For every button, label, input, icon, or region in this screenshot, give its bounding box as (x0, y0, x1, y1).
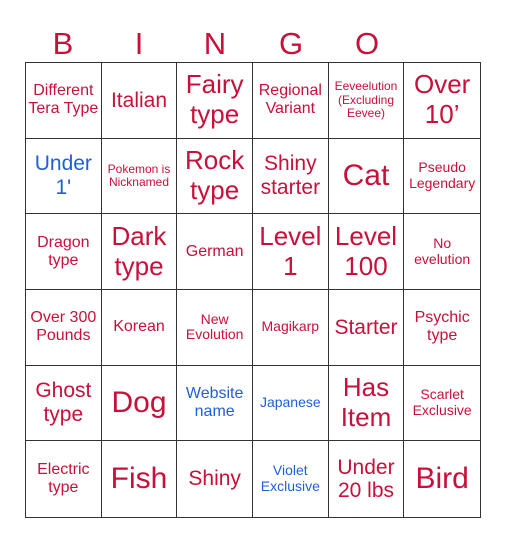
bingo-cell[interactable]: Electric type (26, 441, 102, 517)
bingo-cell[interactable]: Shiny (177, 441, 253, 517)
bingo-cell[interactable]: Level 1 (252, 214, 329, 290)
bingo-cell[interactable]: Over 10’ (404, 63, 480, 139)
bingo-cell-text: Dog (111, 386, 167, 420)
bingo-cell-text: New Evolution (185, 310, 244, 343)
bingo-cell-text: Under 1' (34, 152, 92, 199)
bingo-cell-text: Cat (342, 159, 390, 193)
bingo-cell[interactable]: Under 20 lbs (329, 441, 405, 517)
bingo-cell-text: Ghost type (35, 379, 92, 426)
bingo-cell-text: German (185, 242, 244, 260)
bingo-cell-text: Japanese (259, 394, 321, 411)
bingo-cell[interactable]: Over 300 Pounds (26, 289, 102, 366)
header-letter-i: I (134, 26, 144, 61)
bingo-cell-text: Over 10’ (413, 69, 471, 130)
bingo-cell-text: Different Tera Type (28, 82, 99, 118)
bingo-cell-text: Dark type (111, 220, 167, 281)
bingo-cell[interactable]: Regional Variant (252, 63, 329, 139)
bingo-cell[interactable]: Shiny starter (252, 138, 329, 215)
bingo-grid: Different Tera Type Italian Fairy type Regi… (25, 62, 481, 518)
bingo-cell-text: Shiny starter (260, 152, 321, 199)
bingo-cell-text: Starter (334, 315, 398, 339)
bingo-cell[interactable]: Dog (101, 365, 178, 442)
bingo-cell[interactable]: Italian (101, 63, 178, 139)
header-letter-n: N (203, 26, 227, 61)
bingo-cell[interactable]: Ghost type (26, 365, 102, 442)
bingo-cell-text: Electric type (37, 461, 90, 497)
bingo-cell-text: Italian (110, 88, 168, 112)
bingo-cell-text: Rock type (185, 145, 245, 205)
header-letter-o: O (354, 26, 380, 61)
bingo-cell-text: Shiny (188, 467, 241, 491)
bingo-cell-text: Violet Exclusive (260, 462, 320, 495)
bingo-cell[interactable]: German (177, 214, 253, 290)
bingo-cell-text: Bird (415, 462, 469, 496)
bingo-cell[interactable]: Korean (101, 289, 178, 366)
bingo-cell[interactable]: Cat (328, 138, 405, 215)
bingo-cell[interactable]: Starter (328, 289, 405, 366)
bingo-cell[interactable]: Eeveelution (Excluding Eevee) (328, 63, 405, 139)
bingo-cell-text: Over 300 Pounds (30, 309, 97, 345)
bingo-header: B I N G O (25, 24, 405, 64)
bingo-cell[interactable]: No evelution (404, 214, 480, 290)
bingo-cell-text: Korean (113, 318, 165, 336)
bingo-cell[interactable]: Level 100 (328, 214, 405, 290)
bingo-cell-text: Fish (110, 462, 168, 496)
header-letter-g: G (278, 26, 304, 61)
bingo-cell[interactable]: Pokemon is Nicknamed (101, 138, 178, 215)
bingo-cell[interactable]: Dragon type (26, 214, 102, 290)
bingo-cell[interactable]: Website name (177, 365, 253, 442)
bingo-cell-text: Website name (185, 385, 244, 420)
bingo-cell-text: Level 100 (334, 220, 398, 281)
bingo-cell[interactable]: Rock type (177, 138, 253, 215)
bingo-cell-text: Fairy type (185, 69, 244, 130)
bingo-cell[interactable]: Bird (404, 441, 480, 517)
bingo-cell-text: Pseudo Legendary (409, 159, 476, 191)
bingo-cell-text: Psychic type (414, 309, 470, 345)
bingo-cell[interactable]: Different Tera Type (26, 63, 102, 139)
bingo-cell-text: Under 20 lbs (337, 455, 395, 503)
bingo-cell-text: Scarlet Exclusive (412, 386, 472, 418)
bingo-cell-text: Eeveelution (Excluding Eevee) (334, 79, 398, 121)
bingo-cell-text: Pokemon is Nicknamed (107, 161, 171, 189)
bingo-cell[interactable]: Japanese (252, 365, 329, 442)
bingo-cell[interactable]: Has Item (328, 365, 405, 442)
bingo-cell[interactable]: Fairy type (177, 63, 253, 139)
bingo-cell-text: No evelution (414, 234, 471, 267)
bingo-cell[interactable]: Scarlet Exclusive (404, 366, 480, 442)
bingo-cell-text: Level 1 (259, 220, 322, 281)
bingo-cell[interactable]: Violet Exclusive (253, 441, 329, 517)
bingo-cell-text: Regional Variant (258, 82, 322, 118)
bingo-cell[interactable]: Magikarp (252, 289, 329, 366)
bingo-cell[interactable]: New Evolution (177, 289, 253, 366)
bingo-cell[interactable]: Fish (102, 441, 178, 517)
header-letter-b: B (52, 26, 74, 61)
bingo-cell-text: Magikarp (261, 318, 320, 335)
bingo-cell-text: Has Item (340, 372, 392, 432)
bingo-cell[interactable]: Psychic type (404, 290, 480, 366)
bingo-cell-text: Dragon type (37, 233, 90, 269)
bingo-cell[interactable]: Pseudo Legendary (404, 139, 480, 215)
bingo-cell[interactable]: Under 1' (26, 138, 102, 215)
bingo-cell[interactable]: Dark type (101, 214, 178, 290)
